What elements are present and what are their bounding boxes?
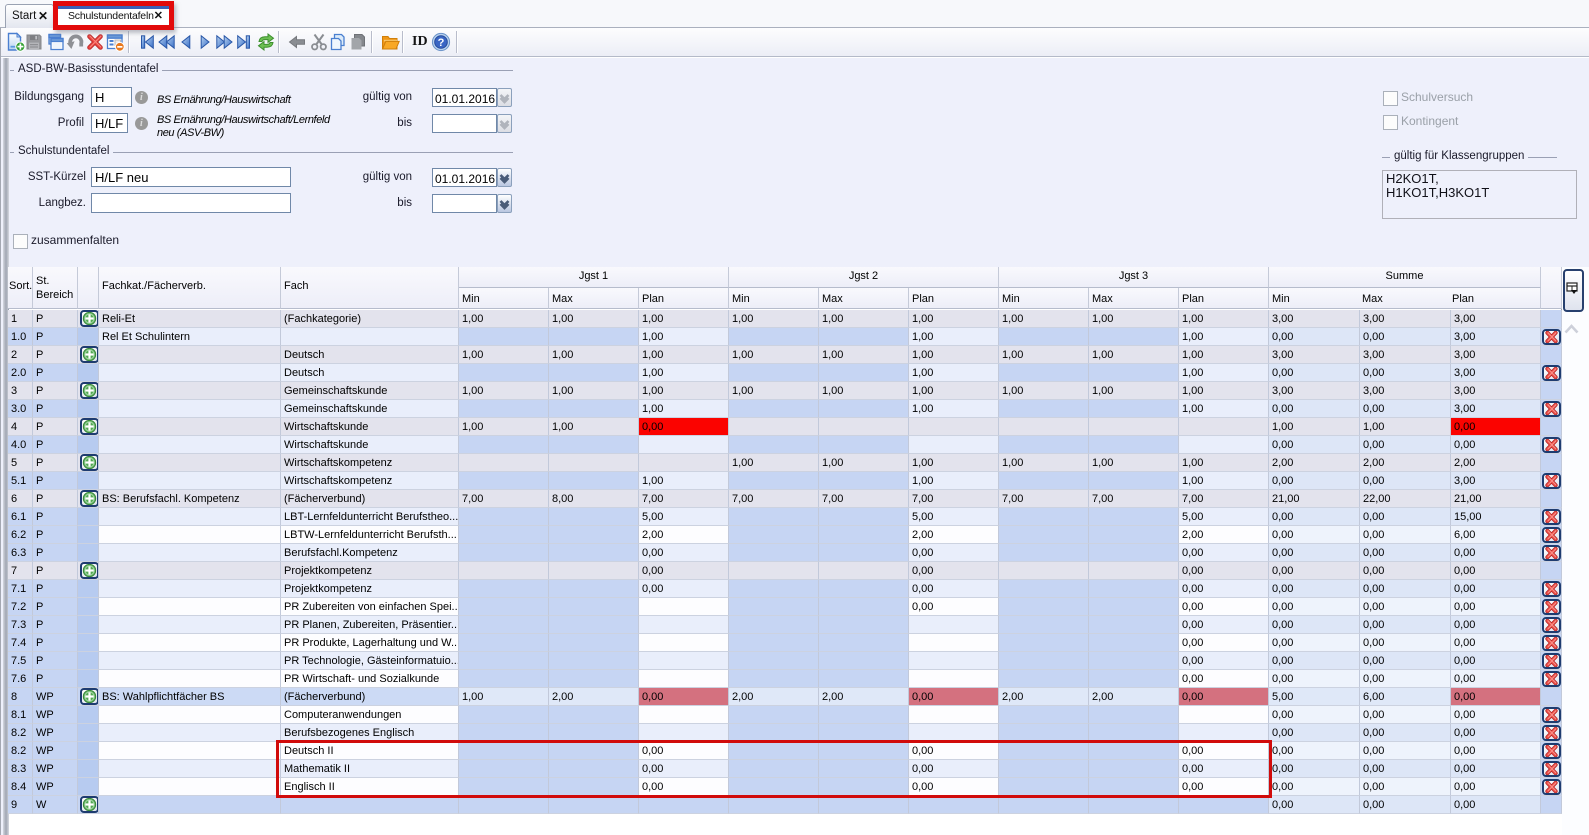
svg-text:?: ? (438, 37, 445, 49)
